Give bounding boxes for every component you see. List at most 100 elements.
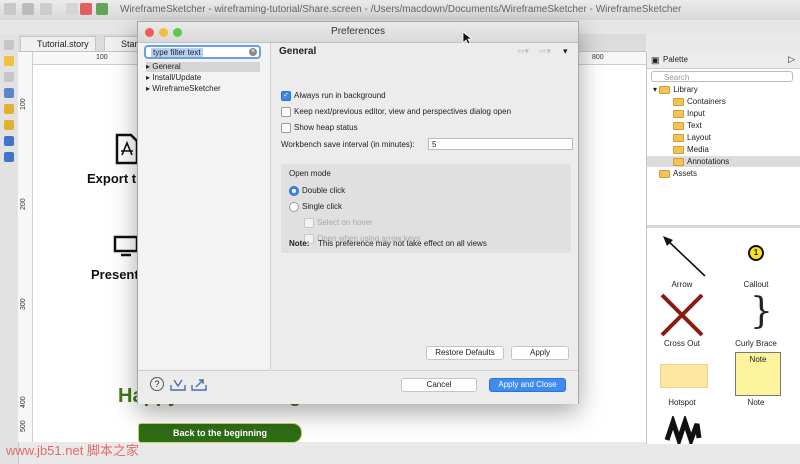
rail-icon-6[interactable] <box>4 120 14 130</box>
rail-icon-7[interactable] <box>4 136 14 146</box>
hotspot-icon[interactable] <box>660 364 708 388</box>
folder-icon <box>673 133 684 142</box>
tree-item-input[interactable]: Input <box>673 109 705 118</box>
pdf-export-icon <box>115 133 139 165</box>
palette-item-cross-out[interactable]: Cross Out <box>647 339 717 348</box>
save-interval-input[interactable]: 5 <box>428 138 573 150</box>
keep-next-previous-label: Keep next/previous editor, view and pers… <box>294 107 512 116</box>
ruler-label: 300 <box>20 298 27 310</box>
tree-item-layout[interactable]: Layout <box>673 133 711 142</box>
window-controls-icon[interactable] <box>4 3 16 15</box>
arrow-shape-icon[interactable] <box>659 232 709 278</box>
callout-icon[interactable]: 1 <box>748 245 764 261</box>
palette-search-input[interactable]: Search <box>651 71 793 82</box>
rail-icon-3[interactable] <box>4 72 14 82</box>
mouse-cursor-icon <box>462 31 472 45</box>
select-on-hover-checkbox[interactable] <box>304 218 314 228</box>
ide-titlebar: WireframeSketcher - wireframing-tutorial… <box>0 0 800 21</box>
double-click-radio[interactable] <box>289 186 299 196</box>
rail-icon-2[interactable] <box>4 56 14 66</box>
note-label: Note: <box>289 239 310 248</box>
filter-input[interactable]: type filter text × <box>144 45 261 59</box>
ruler-label: 200 <box>20 198 27 210</box>
tree-item-annotations[interactable]: Annotations <box>647 156 800 167</box>
nav-item-wireframesketcher[interactable]: ▸ WireframeSketcher <box>146 84 260 94</box>
palette-item-arrow[interactable]: Arrow <box>647 280 717 289</box>
ruler-label: 400 <box>20 396 27 408</box>
ruler-label: 500 <box>20 420 27 432</box>
always-run-checkbox[interactable]: ✓ <box>281 91 291 101</box>
left-rail <box>0 34 19 464</box>
pdf-icon[interactable] <box>80 3 92 15</box>
always-run-label: Always run in background <box>294 91 386 100</box>
interval-label: Workbench save interval (in minutes): <box>281 140 415 149</box>
ruler-label: 800 <box>592 54 604 61</box>
export-icon[interactable] <box>66 3 78 15</box>
tree-item-library[interactable]: ▾ Library <box>653 85 698 94</box>
single-click-label: Single click <box>302 202 343 211</box>
apply-and-close-button[interactable]: Apply and Close <box>489 378 566 392</box>
back-to-beginning-button[interactable]: Back to the beginning <box>138 423 302 443</box>
clear-filter-icon[interactable]: × <box>249 48 257 56</box>
preferences-page: General ⇦▾ ⇨▾ ▾ ✓ Always run in backgrou… <box>271 43 578 369</box>
watermark: www.jb51.net 脚本之家 <box>6 443 139 458</box>
dialog-footer: ? Cancel Apply and Close <box>138 370 578 404</box>
rail-icon-8[interactable] <box>4 152 14 162</box>
ruler-label: 100 <box>96 54 108 61</box>
folder-icon <box>673 109 684 118</box>
palette-item-note[interactable]: Note <box>721 398 791 407</box>
single-click-radio[interactable] <box>289 202 299 212</box>
tree-item-text[interactable]: Text <box>673 121 702 130</box>
folder-icon <box>659 169 670 178</box>
rail-icon-5[interactable] <box>4 104 14 114</box>
export-text: Export t <box>87 171 137 186</box>
share-icon[interactable] <box>96 3 108 15</box>
expand-icon[interactable]: ▷ <box>788 54 795 65</box>
tree-item-containers[interactable]: Containers <box>673 97 726 106</box>
help-icon[interactable]: ? <box>150 377 164 391</box>
nav-item-install-update[interactable]: ▸ Install/Update <box>146 73 260 83</box>
rail-icon-1[interactable] <box>4 40 14 50</box>
save-icon[interactable] <box>40 3 52 15</box>
export-prefs-icon[interactable] <box>191 377 207 391</box>
keep-next-previous-checkbox[interactable] <box>281 107 291 117</box>
note-icon[interactable]: Note <box>735 352 781 396</box>
palette-title: Palette <box>663 55 688 64</box>
forward-nav-icon[interactable]: ⇨▾ <box>539 46 551 57</box>
rail-icon-4[interactable] <box>4 88 14 98</box>
apply-button[interactable]: Apply <box>511 346 569 360</box>
palette-splitter[interactable] <box>647 225 800 228</box>
folder-icon <box>659 85 671 94</box>
cancel-button[interactable]: Cancel <box>401 378 477 392</box>
back-nav-icon[interactable]: ⇦▾ <box>517 46 529 57</box>
restore-defaults-button[interactable]: Restore Defaults <box>426 346 504 360</box>
select-on-hover-label: Select on hover <box>317 218 373 227</box>
page-title: General <box>279 46 317 57</box>
toolbar-icon[interactable] <box>22 3 34 15</box>
palette-item-callout[interactable]: Callout <box>721 280 791 289</box>
palette-item-hotspot[interactable]: Hotspot <box>647 398 717 407</box>
open-mode-label: Open mode <box>289 169 331 178</box>
note-text: This preference may not take effect on a… <box>318 239 487 248</box>
dialog-title: Preferences <box>331 26 385 37</box>
curly-brace-icon[interactable]: } <box>750 290 773 334</box>
scribble-icon[interactable] <box>663 416 703 444</box>
monitor-icon <box>113 235 139 257</box>
show-heap-checkbox[interactable] <box>281 123 291 133</box>
tab-tutorial-story[interactable]: Tutorial.story <box>20 36 96 51</box>
dialog-titlebar: Preferences <box>138 22 578 43</box>
palette-panel: ▣ Palette ▷ Search ▾ Library Containers … <box>646 52 800 444</box>
view-menu-icon[interactable]: ▾ <box>563 46 568 57</box>
ide-window-title: WireframeSketcher - wireframing-tutorial… <box>120 4 682 15</box>
folder-icon <box>673 157 684 166</box>
tree-item-assets[interactable]: Assets <box>659 169 697 178</box>
folder-icon <box>673 97 684 106</box>
import-icon[interactable] <box>170 377 186 391</box>
palette-header: ▣ Palette ▷ <box>647 52 800 69</box>
present-text: Present <box>91 267 139 282</box>
nav-item-general[interactable]: ▸ General <box>146 62 260 72</box>
tree-item-media[interactable]: Media <box>673 145 709 154</box>
palette-item-curly-brace[interactable]: Curly Brace <box>721 339 791 348</box>
cross-out-icon[interactable] <box>659 292 705 338</box>
show-heap-label: Show heap status <box>294 123 358 132</box>
